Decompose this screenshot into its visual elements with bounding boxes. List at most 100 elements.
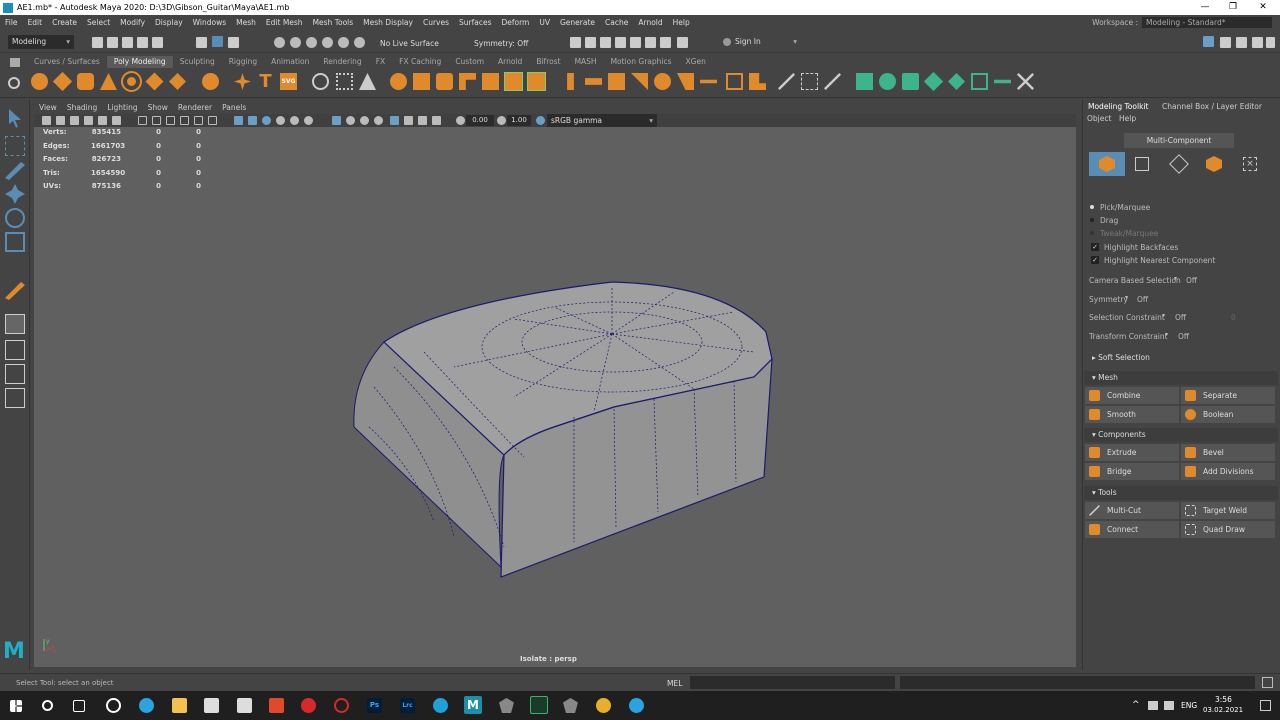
- network-icon[interactable]: [1148, 701, 1158, 710]
- tab-rendering[interactable]: Rendering: [316, 56, 368, 68]
- delete-edge-icon[interactable]: [749, 73, 766, 90]
- adobe-app-icon[interactable]: [301, 698, 316, 713]
- tab-mash[interactable]: MASH: [568, 56, 604, 68]
- target-weld-button[interactable]: Target Weld: [1181, 502, 1275, 519]
- tools-section-header[interactable]: ▾ Tools: [1084, 486, 1278, 500]
- bevel-icon[interactable]: [608, 73, 625, 90]
- poly-torus-icon[interactable]: [121, 71, 142, 92]
- use-default-material-icon[interactable]: [262, 116, 271, 125]
- camera-based-selection-label[interactable]: Camera Based Selection: [1089, 276, 1181, 285]
- tab-curves-surfaces[interactable]: Curves / Surfaces: [27, 56, 107, 68]
- select-object-icon[interactable]: [212, 36, 223, 47]
- tab-animation[interactable]: Animation: [264, 56, 316, 68]
- svg-tool-icon[interactable]: SVG: [280, 73, 297, 90]
- wireframe-shaded-icon[interactable]: [234, 116, 243, 125]
- boolean-difference-icon[interactable]: [527, 72, 546, 91]
- multi-component-button[interactable]: Multi-Component: [1124, 133, 1234, 148]
- collapse-icon[interactable]: [726, 73, 743, 90]
- cut-uv-icon[interactable]: [994, 79, 1011, 84]
- menu-curves[interactable]: Curves: [418, 18, 454, 27]
- add-divisions-button[interactable]: Add Divisions: [1181, 463, 1275, 480]
- separate-icon[interactable]: [413, 73, 430, 90]
- symmetry-arrow-icon[interactable]: ▾: [1125, 294, 1128, 301]
- photo-app-icon[interactable]: [237, 698, 252, 713]
- tab-motion-graphics[interactable]: Motion Graphics: [604, 56, 679, 68]
- menu-file[interactable]: File: [0, 18, 23, 27]
- 2d-pan-zoom-icon[interactable]: [98, 116, 107, 125]
- offset-edge-loop-icon[interactable]: [824, 73, 841, 90]
- sign-in-dropdown[interactable]: Sign In: [731, 35, 801, 49]
- menu-uv[interactable]: UV: [534, 18, 555, 27]
- drag-radio[interactable]: [1090, 218, 1094, 222]
- symmetry-status[interactable]: Symmetry: Off: [474, 39, 528, 48]
- smooth-button[interactable]: Smooth: [1085, 406, 1179, 423]
- sew-uv-icon[interactable]: [1017, 73, 1034, 90]
- panel-menu-show[interactable]: Show: [143, 101, 173, 114]
- combine-icon[interactable]: [390, 73, 407, 90]
- select-component-icon[interactable]: [228, 37, 239, 48]
- attribute-editor-toggle-icon[interactable]: [1220, 37, 1231, 48]
- soft-selection-section[interactable]: ▸ Soft Selection: [1084, 351, 1278, 365]
- tab-channel-box[interactable]: Channel Box / Layer Editor: [1162, 102, 1262, 111]
- menu-set-dropdown[interactable]: Modeling: [8, 35, 74, 49]
- select-hierarchy-icon[interactable]: [196, 37, 207, 48]
- menu-edit[interactable]: Edit: [23, 18, 48, 27]
- menu-edit-mesh[interactable]: Edit Mesh: [261, 18, 308, 27]
- menu-surfaces[interactable]: Surfaces: [454, 18, 496, 27]
- cylindrical-mapping-icon[interactable]: [879, 73, 896, 90]
- transform-constraint-label[interactable]: Transform Constraint: [1089, 332, 1168, 341]
- selection-constraint-arrow-icon[interactable]: ▾: [1162, 312, 1165, 319]
- extract-icon[interactable]: [459, 73, 476, 90]
- transform-constraint-arrow-icon[interactable]: ▾: [1165, 331, 1168, 338]
- selection-constraint-field[interactable]: 0: [1231, 313, 1236, 322]
- xray-components-icon[interactable]: [374, 116, 383, 125]
- tab-poly-modeling[interactable]: Poly Modeling: [106, 56, 173, 68]
- perspective-viewport[interactable]: y x: [34, 127, 1076, 667]
- channel-box-toggle-icon[interactable]: [1252, 37, 1263, 48]
- panel-menu-renderer[interactable]: Renderer: [173, 101, 217, 114]
- menu-deform[interactable]: Deform: [496, 18, 534, 27]
- two-pane-layout-icon[interactable]: [5, 364, 25, 384]
- edge-icon[interactable]: [433, 698, 448, 713]
- type-tool-icon[interactable]: [336, 73, 353, 90]
- script-editor-icon[interactable]: [1262, 677, 1273, 688]
- menu-modify[interactable]: Modify: [115, 18, 150, 27]
- automatic-mapping-icon[interactable]: [923, 71, 944, 92]
- xray-icon[interactable]: [346, 116, 355, 125]
- snap-curve-icon[interactable]: [290, 37, 301, 48]
- chrome-like-app-icon[interactable]: [106, 698, 121, 713]
- components-section-header[interactable]: ▾ Components: [1084, 428, 1278, 442]
- tab-sculpting[interactable]: Sculpting: [173, 56, 222, 68]
- notification-icon[interactable]: [1260, 700, 1271, 711]
- search-icon[interactable]: [42, 700, 53, 711]
- bridge-icon[interactable]: [585, 78, 602, 85]
- telegram-icon[interactable]: [139, 698, 154, 713]
- command-line-input[interactable]: [690, 676, 895, 689]
- text-tool-icon[interactable]: T: [257, 73, 274, 91]
- lightroom-icon[interactable]: Lrc: [400, 698, 415, 713]
- tab-arnold[interactable]: Arnold: [491, 56, 529, 68]
- bridge-button[interactable]: Bridge: [1085, 463, 1179, 480]
- volume-icon[interactable]: [1164, 701, 1174, 710]
- super-shape-icon[interactable]: [234, 73, 251, 90]
- tray-expand-icon[interactable]: ^: [1132, 700, 1140, 710]
- camera-select-icon[interactable]: [42, 116, 51, 125]
- menu-help[interactable]: Help: [668, 18, 695, 27]
- object-mode-button[interactable]: [1089, 152, 1125, 176]
- menu-object[interactable]: Object: [1087, 114, 1111, 123]
- textured-icon[interactable]: [276, 116, 285, 125]
- ipr-render-icon[interactable]: [600, 37, 611, 48]
- close-button[interactable]: ✕: [1248, 0, 1278, 15]
- snap-surface-icon[interactable]: [338, 37, 349, 48]
- minimize-button[interactable]: —: [1190, 0, 1220, 15]
- smooth-shade-icon[interactable]: [248, 116, 257, 125]
- combine-button[interactable]: Combine: [1085, 387, 1179, 404]
- menu-windows[interactable]: Windows: [188, 18, 231, 27]
- uv-editor-icon[interactable]: [971, 73, 988, 90]
- mirror-icon[interactable]: [482, 73, 499, 90]
- photoshop-icon[interactable]: Ps: [367, 698, 382, 713]
- depth-of-field-icon[interactable]: [432, 116, 441, 125]
- anti-aliasing-icon[interactable]: [418, 116, 427, 125]
- planar-mapping-icon[interactable]: [856, 73, 873, 90]
- pick-marquee-radio[interactable]: [1090, 205, 1094, 209]
